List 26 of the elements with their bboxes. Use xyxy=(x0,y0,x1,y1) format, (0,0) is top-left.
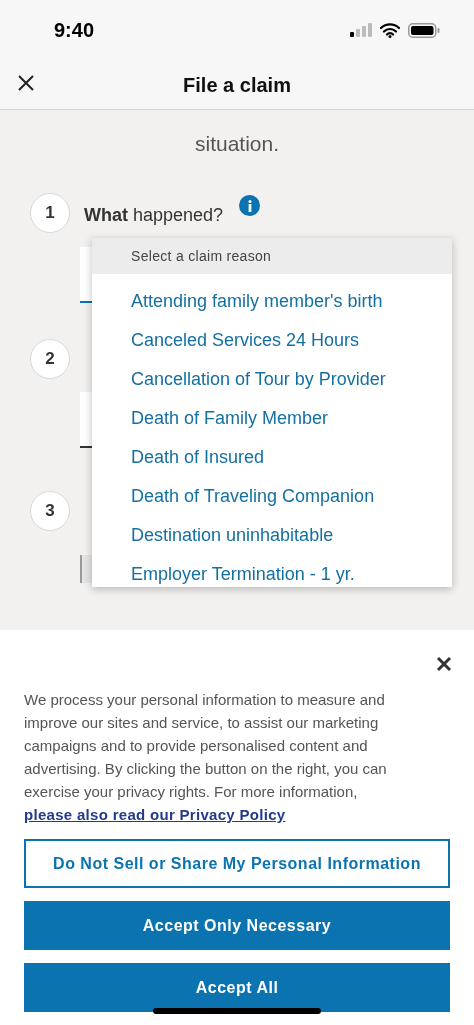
dropdown-option[interactable]: Attending family member's birth xyxy=(92,282,452,321)
step-number: 1 xyxy=(30,193,70,233)
page-title: File a claim xyxy=(183,72,291,98)
privacy-notice: We process your personal information to measure and improve our sites and service, to assist our marketing campaigns and to provide personalised content and advertising. By clicking the button on the right, you can exercise your privacy rights. For more information, please also read our Privacy Policy xyxy=(24,690,388,825)
status-time: 9:40 xyxy=(54,18,95,43)
step-number: 2 xyxy=(30,339,70,379)
signal-icon xyxy=(350,23,372,37)
dropdown-option[interactable]: Canceled Services 24 Hours xyxy=(92,321,452,360)
question-label: What happened? xyxy=(84,204,224,227)
privacy-policy-link[interactable]: please also read our Privacy Policy xyxy=(24,806,286,823)
dropdown-option[interactable]: Death of Family Member xyxy=(92,399,452,438)
wifi-icon xyxy=(380,22,400,38)
close-button[interactable] xyxy=(435,655,453,673)
consent-button[interactable]: Accept All xyxy=(24,963,450,1012)
intro-text: situation. xyxy=(194,132,280,155)
step-number: 3 xyxy=(30,491,70,531)
battery-icon xyxy=(408,22,440,38)
info-icon[interactable] xyxy=(239,195,260,216)
select-field[interactable]: Select a claim reason xyxy=(92,238,452,274)
consent-button[interactable]: Accept Only Necessary xyxy=(24,901,450,950)
dropdown-option[interactable]: Destination uninhabitable xyxy=(92,516,452,555)
dropdown-option[interactable]: Cancellation of Tour by Provider xyxy=(92,360,452,399)
dropdown-option[interactable]: Death of Traveling Companion xyxy=(92,477,452,516)
consent-button[interactable]: Do Not Sell or Share My Personal Information xyxy=(24,839,450,888)
dropdown-option[interactable]: Death of Insured xyxy=(92,438,452,477)
dropdown-option[interactable]: Employer Termination - 1 yr. xyxy=(92,555,452,587)
